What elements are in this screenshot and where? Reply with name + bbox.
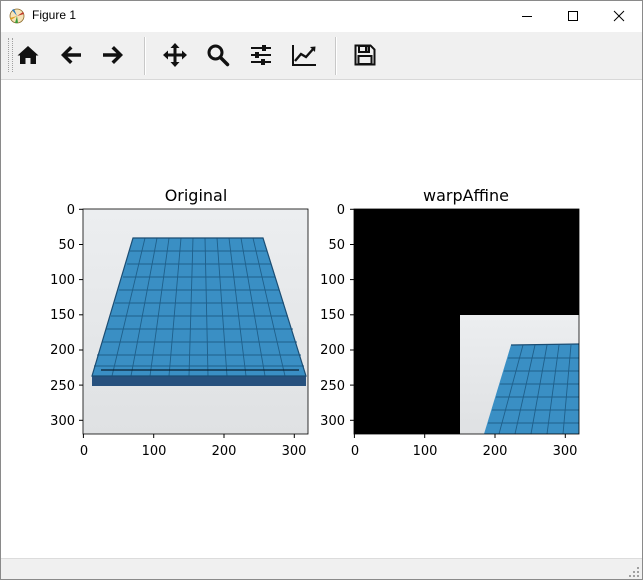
resize-grip-icon[interactable] xyxy=(628,566,640,578)
maximize-button[interactable] xyxy=(550,1,596,31)
image-warpaffine xyxy=(354,209,580,435)
y-tick-label: 250 xyxy=(320,379,345,394)
edit-axes-button[interactable] xyxy=(290,41,318,69)
figure-window: Figure 1 Original 0 50 100 150 200 250 3… xyxy=(0,0,643,580)
move-icon xyxy=(163,43,187,67)
toolbar-separator xyxy=(144,37,146,75)
subplot-original: Original 0 50 100 150 200 250 300 0 100 … xyxy=(50,186,309,459)
subplot-warpaffine: warpAffine 0 50 100 150 200 250 300 0 10… xyxy=(320,186,580,459)
zoom-button[interactable] xyxy=(204,41,232,69)
image-original xyxy=(83,209,308,434)
y-tick-label: 200 xyxy=(320,343,345,358)
y-tick-label: 0 xyxy=(67,203,75,218)
y-axis-original: 0 50 100 150 200 250 300 xyxy=(50,203,83,429)
x-axis-original: 0 100 200 300 xyxy=(80,434,307,459)
title-bar[interactable]: Figure 1 xyxy=(1,1,642,31)
minimize-button[interactable] xyxy=(504,1,550,31)
window-title: Figure 1 xyxy=(32,8,77,22)
arrow-right-icon xyxy=(103,46,123,64)
x-tick-label: 300 xyxy=(282,444,307,459)
figure-svg[interactable]: Original 0 50 100 150 200 250 300 0 100 … xyxy=(1,80,642,558)
x-tick-label: 300 xyxy=(553,444,578,459)
y-tick-label: 50 xyxy=(58,238,75,253)
y-tick-label: 300 xyxy=(320,414,345,429)
status-bar xyxy=(1,558,642,579)
app-icon xyxy=(9,8,25,24)
close-button[interactable] xyxy=(596,1,642,31)
x-tick-label: 0 xyxy=(351,444,359,459)
y-tick-label: 150 xyxy=(320,308,345,323)
navigation-toolbar xyxy=(1,32,642,80)
x-axis-warpaffine: 0 100 200 300 xyxy=(351,434,578,459)
arrow-left-icon xyxy=(61,46,81,64)
y-tick-label: 150 xyxy=(50,308,75,323)
maximize-icon xyxy=(568,11,578,21)
line-chart-icon xyxy=(292,45,316,66)
magnifier-icon xyxy=(207,44,230,67)
y-tick-label: 100 xyxy=(320,273,345,288)
y-axis-warpaffine: 0 50 100 150 200 250 300 xyxy=(320,203,354,429)
home-icon xyxy=(17,46,39,64)
figure-canvas[interactable]: Original 0 50 100 150 200 250 300 0 100 … xyxy=(1,80,642,558)
x-tick-label: 200 xyxy=(483,444,508,459)
forward-button[interactable] xyxy=(99,41,127,69)
back-button[interactable] xyxy=(57,41,85,69)
y-tick-label: 50 xyxy=(328,238,345,253)
floppy-disk-icon xyxy=(354,44,376,66)
y-tick-label: 300 xyxy=(50,414,75,429)
x-tick-label: 0 xyxy=(80,444,88,459)
subplot-title-warpaffine: warpAffine xyxy=(423,186,509,205)
y-tick-label: 250 xyxy=(50,379,75,394)
configure-subplots-button[interactable] xyxy=(247,41,275,69)
y-tick-label: 0 xyxy=(337,203,345,218)
sliders-icon xyxy=(251,45,271,65)
y-tick-label: 200 xyxy=(50,343,75,358)
y-tick-label: 100 xyxy=(50,273,75,288)
home-button[interactable] xyxy=(14,41,42,69)
close-icon xyxy=(613,10,625,22)
x-tick-label: 100 xyxy=(413,444,438,459)
toolbar-grip[interactable] xyxy=(8,38,13,72)
save-button[interactable] xyxy=(351,41,379,69)
subplot-title-original: Original xyxy=(165,186,228,205)
toolbar-separator xyxy=(335,37,337,75)
x-tick-label: 200 xyxy=(212,444,237,459)
minimize-icon xyxy=(522,16,532,17)
x-tick-label: 100 xyxy=(142,444,167,459)
pan-button[interactable] xyxy=(161,41,189,69)
